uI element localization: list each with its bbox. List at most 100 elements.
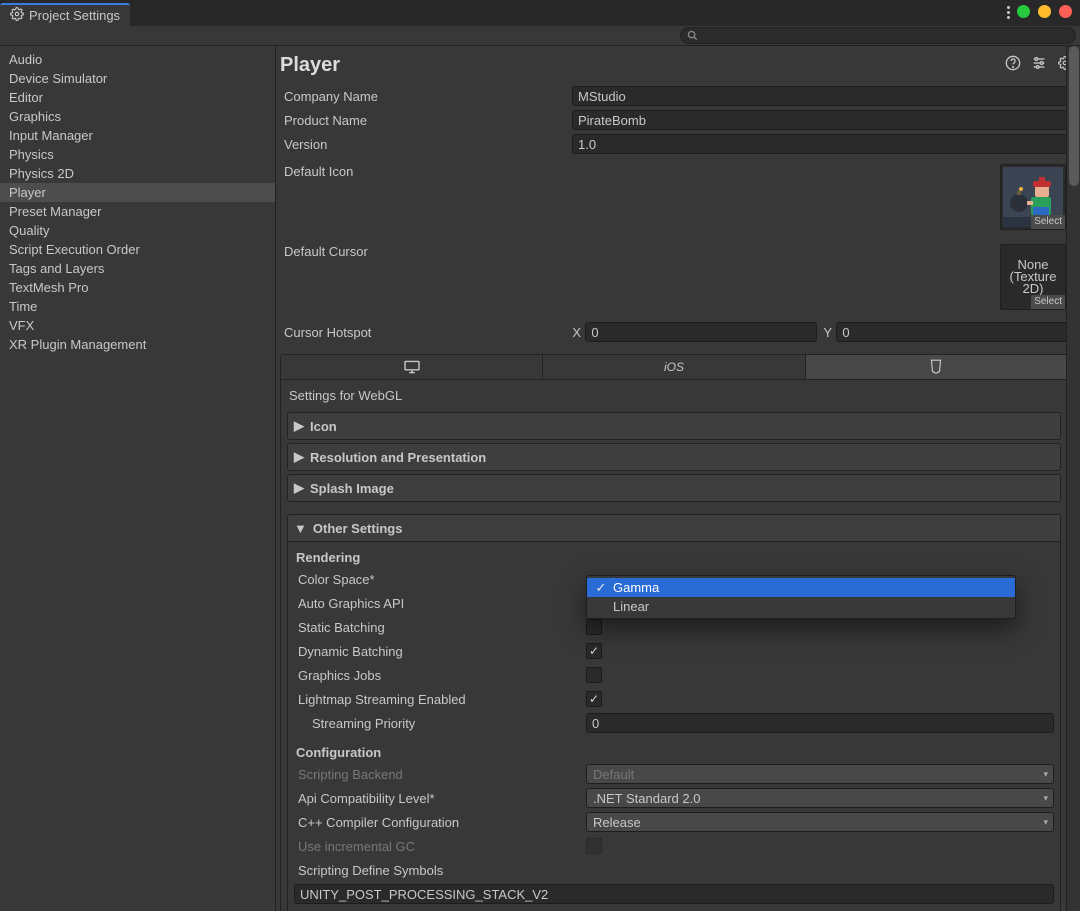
graphics-jobs-checkbox[interactable] bbox=[586, 667, 602, 683]
window-controls bbox=[1017, 5, 1072, 18]
rendering-section-title: Rendering bbox=[294, 550, 1054, 565]
foldout-label: Splash Image bbox=[310, 481, 394, 496]
foldout-splash[interactable]: ▶ Splash Image bbox=[287, 474, 1061, 502]
static-batching-label: Static Batching bbox=[294, 620, 586, 635]
foldout-resolution[interactable]: ▶ Resolution and Presentation bbox=[287, 443, 1061, 471]
chevron-right-icon: ▶ bbox=[294, 418, 304, 434]
color-space-option-gamma[interactable]: ✓ Gamma bbox=[587, 578, 1015, 597]
default-cursor-field[interactable]: None (Texture 2D) Select bbox=[998, 244, 1068, 310]
default-cursor-label: Default Cursor bbox=[280, 244, 572, 310]
ios-label: iOS bbox=[664, 360, 684, 374]
inspector-body: Company Name Product Name Version Defaul… bbox=[276, 84, 1080, 911]
sidebar-item-player[interactable]: Player bbox=[0, 183, 275, 202]
default-icon-field[interactable]: Select bbox=[998, 164, 1068, 230]
scripting-define-symbols-label: Scripting Define Symbols bbox=[294, 863, 586, 878]
close-button[interactable] bbox=[1059, 5, 1072, 18]
product-name-label: Product Name bbox=[280, 113, 572, 128]
lightmap-streaming-checkbox[interactable]: ✓ bbox=[586, 691, 602, 707]
configuration-section-title: Configuration bbox=[294, 745, 1054, 760]
incremental-gc-checkbox[interactable] bbox=[586, 838, 602, 854]
page-title: Player bbox=[280, 54, 340, 77]
sidebar-item-graphics[interactable]: Graphics bbox=[0, 107, 275, 126]
option-label: Linear bbox=[613, 599, 649, 614]
chevron-down-icon: ▼ bbox=[294, 521, 307, 536]
scripting-backend-label: Scripting Backend bbox=[294, 767, 586, 782]
scripting-backend-dropdown[interactable]: Default bbox=[586, 764, 1054, 784]
sidebar-item-preset-manager[interactable]: Preset Manager bbox=[0, 202, 275, 221]
sidebar-item-physics-2d[interactable]: Physics 2D bbox=[0, 164, 275, 183]
scripting-define-symbols-input[interactable] bbox=[294, 884, 1054, 904]
incremental-gc-label: Use incremental GC bbox=[294, 839, 586, 854]
dynamic-batching-checkbox[interactable]: ✓ bbox=[586, 643, 602, 659]
sidebar-item-physics[interactable]: Physics bbox=[0, 145, 275, 164]
cursor-hotspot-x-input[interactable] bbox=[585, 322, 817, 342]
static-batching-checkbox[interactable] bbox=[586, 619, 602, 635]
default-cursor-select-button[interactable]: Select bbox=[1031, 295, 1065, 309]
sidebar-item-script-execution-order[interactable]: Script Execution Order bbox=[0, 240, 275, 259]
default-cursor-type: (Texture 2D) bbox=[1001, 271, 1065, 295]
search-icon bbox=[687, 30, 698, 41]
kebab-menu-icon[interactable] bbox=[1007, 6, 1010, 19]
cursor-hotspot-label: Cursor Hotspot bbox=[280, 325, 572, 340]
streaming-priority-input[interactable] bbox=[586, 713, 1054, 733]
sidebar-item-audio[interactable]: Audio bbox=[0, 50, 275, 69]
cursor-hotspot-y-label: Y bbox=[823, 325, 832, 340]
window-titlebar: Project Settings bbox=[0, 0, 1080, 26]
cpp-config-label: C++ Compiler Configuration bbox=[294, 815, 586, 830]
dynamic-batching-label: Dynamic Batching bbox=[294, 644, 586, 659]
color-space-dropdown-popup: ✓ Gamma Linear bbox=[586, 575, 1016, 619]
sidebar-item-time[interactable]: Time bbox=[0, 297, 275, 316]
sidebar-item-editor[interactable]: Editor bbox=[0, 88, 275, 107]
platform-tab-ios[interactable]: iOS bbox=[543, 355, 805, 379]
maximize-button[interactable] bbox=[1017, 5, 1030, 18]
company-name-label: Company Name bbox=[280, 89, 572, 104]
option-label: Gamma bbox=[613, 580, 659, 595]
streaming-priority-label: Streaming Priority bbox=[294, 716, 586, 731]
color-space-label: Color Space* bbox=[294, 572, 586, 587]
foldout-other-settings[interactable]: ▼ Other Settings bbox=[287, 514, 1061, 542]
settings-sidebar[interactable]: AudioDevice SimulatorEditorGraphicsInput… bbox=[0, 46, 276, 911]
platform-tab-webgl[interactable] bbox=[806, 355, 1067, 379]
color-space-option-linear[interactable]: Linear bbox=[587, 597, 1015, 616]
foldout-label: Icon bbox=[310, 419, 337, 434]
product-name-input[interactable] bbox=[572, 110, 1068, 130]
foldout-label: Resolution and Presentation bbox=[310, 450, 486, 465]
chevron-right-icon: ▶ bbox=[294, 480, 304, 496]
html5-icon bbox=[929, 359, 943, 375]
sidebar-item-quality[interactable]: Quality bbox=[0, 221, 275, 240]
chevron-right-icon: ▶ bbox=[294, 449, 304, 465]
lightmap-streaming-label: Lightmap Streaming Enabled bbox=[294, 692, 586, 707]
sidebar-item-tags-and-layers[interactable]: Tags and Layers bbox=[0, 259, 275, 278]
minimize-button[interactable] bbox=[1038, 5, 1051, 18]
toolbar bbox=[0, 26, 1080, 46]
auto-graphics-api-label: Auto Graphics API bbox=[294, 596, 586, 611]
cursor-hotspot-y-input[interactable] bbox=[836, 322, 1068, 342]
settings-for-label: Settings for WebGL bbox=[287, 386, 1061, 409]
window-tab[interactable]: Project Settings bbox=[0, 3, 130, 26]
version-input[interactable] bbox=[572, 134, 1068, 154]
default-icon-select-button[interactable]: Select bbox=[1031, 215, 1065, 229]
sidebar-item-xr-plugin-management[interactable]: XR Plugin Management bbox=[0, 335, 275, 354]
cpp-config-dropdown[interactable]: Release bbox=[586, 812, 1054, 832]
scrollbar-thumb[interactable] bbox=[1069, 46, 1079, 186]
sidebar-item-input-manager[interactable]: Input Manager bbox=[0, 126, 275, 145]
sidebar-item-device-simulator[interactable]: Device Simulator bbox=[0, 69, 275, 88]
default-icon-label: Default Icon bbox=[280, 164, 572, 230]
version-label: Version bbox=[280, 137, 572, 152]
tab-title: Project Settings bbox=[29, 8, 120, 23]
cursor-hotspot-x-label: X bbox=[572, 325, 581, 340]
vertical-scrollbar[interactable] bbox=[1066, 46, 1080, 911]
sidebar-item-textmesh-pro[interactable]: TextMesh Pro bbox=[0, 278, 275, 297]
company-name-input[interactable] bbox=[572, 86, 1068, 106]
monitor-icon bbox=[403, 360, 421, 374]
platform-tab-standalone[interactable] bbox=[281, 355, 543, 379]
search-input[interactable] bbox=[680, 27, 1076, 44]
sidebar-item-vfx[interactable]: VFX bbox=[0, 316, 275, 335]
api-compat-dropdown[interactable]: .NET Standard 2.0 bbox=[586, 788, 1054, 808]
other-settings-body: Rendering Color Space* ✓ Gamma bbox=[287, 542, 1061, 911]
help-icon[interactable] bbox=[1004, 54, 1022, 72]
preset-icon[interactable] bbox=[1030, 54, 1048, 72]
checkmark-icon: ✓ bbox=[595, 580, 607, 596]
graphics-jobs-label: Graphics Jobs bbox=[294, 668, 586, 683]
foldout-icon[interactable]: ▶ Icon bbox=[287, 412, 1061, 440]
